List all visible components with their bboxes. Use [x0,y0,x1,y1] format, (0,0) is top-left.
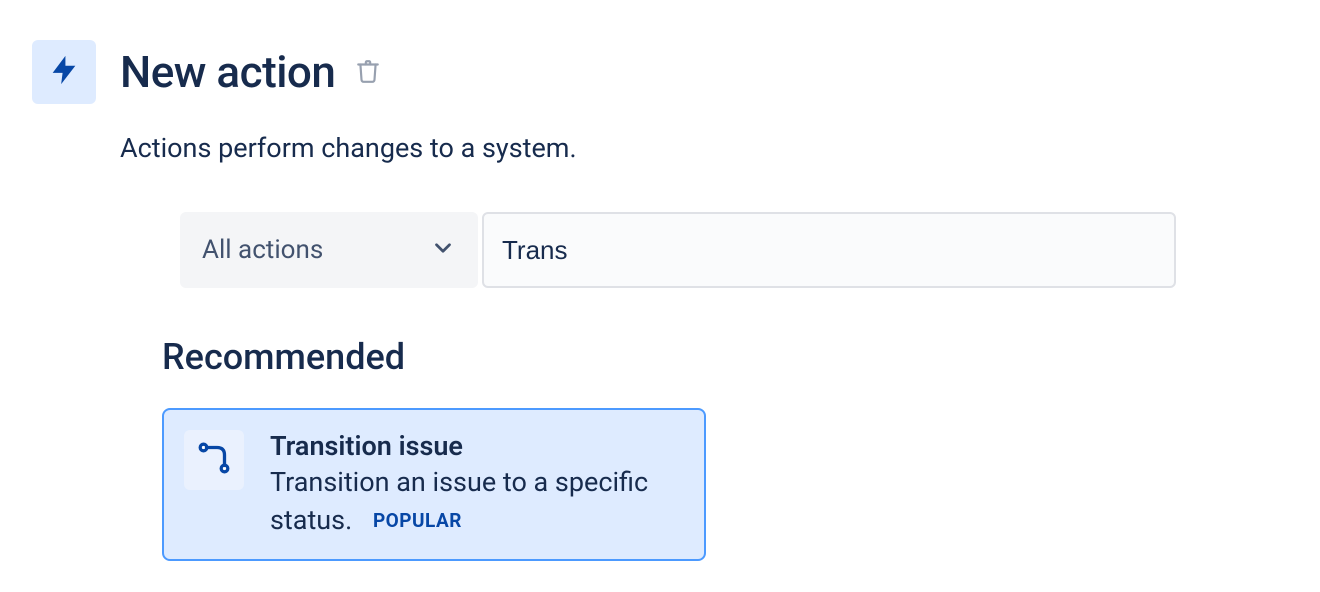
trash-icon [355,58,381,87]
action-search-input[interactable] [482,212,1176,288]
card-description: Transition an issue to a specific status… [270,464,684,540]
card-title: Transition issue [270,430,684,462]
page-subtitle: Actions perform changes to a system. [120,132,1320,164]
chevron-down-icon [430,235,456,265]
transition-icon [196,440,232,480]
delete-button[interactable] [351,54,385,91]
action-icon-box [32,40,96,104]
lightning-icon [47,53,81,91]
page-title: New action [120,46,335,98]
action-card-transition-issue[interactable]: Transition issue Transition an issue to … [162,408,706,562]
section-heading-recommended: Recommended [162,336,1320,378]
popular-badge: POPULAR [365,504,470,539]
card-icon-box [184,430,244,490]
action-category-dropdown[interactable]: All actions [180,212,478,288]
dropdown-label: All actions [202,235,323,265]
